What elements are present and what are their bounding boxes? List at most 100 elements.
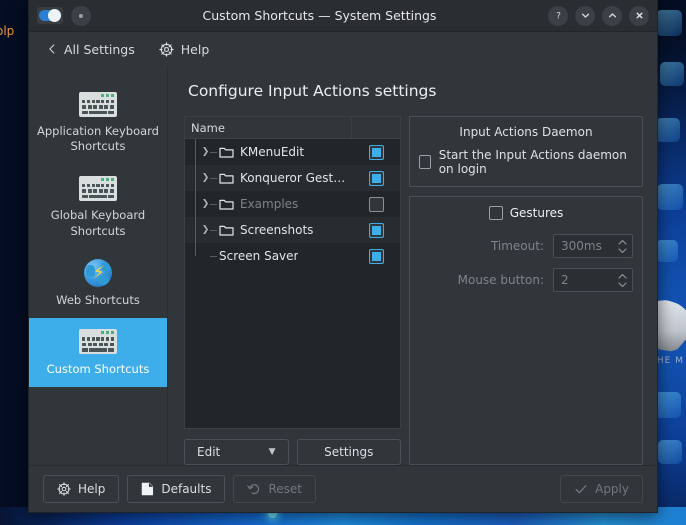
reset-button[interactable]: Reset [233,475,316,503]
folder-icon [219,146,234,158]
branch-tick [210,203,217,205]
expand-arrow-icon[interactable]: ❯ [201,199,210,209]
sidebar-item-label: Web Shortcuts [56,292,140,307]
row-enabled-checkbox[interactable] [368,248,384,264]
toggle-knob [48,9,61,22]
edit-button-label: Edit [197,445,221,459]
tree-row-label: Konqueror Gestures [240,171,352,185]
tree-row-name-cell: ❯ KMenuEdit [185,139,352,165]
gestures-group-title-row[interactable]: Gestures [419,206,633,220]
daemon-autostart-row[interactable]: Start the Input Actions daemon on login [419,148,633,176]
window-controls: ? [548,5,649,26]
window-body: Application Keyboard Shortcuts Global Ke… [29,66,657,465]
tree-column-enabled[interactable] [352,117,400,138]
gestures-enable-checkbox[interactable] [488,206,503,220]
folder-icon [219,198,234,210]
help-button-label: Help [78,482,106,496]
row-enabled-checkbox[interactable] [368,196,384,212]
branch-line [191,243,201,269]
window-maximize-button[interactable] [602,5,622,26]
settings-button-label: Settings [324,445,374,459]
apply-button[interactable]: Apply [560,475,643,503]
undo-arrow-icon [247,484,260,495]
defaults-button[interactable]: Defaults [127,475,226,503]
tree-row-label: Screenshots [240,223,314,237]
tree-header: Name [185,117,400,139]
window-titlebar[interactable]: Custom Shortcuts — System Settings ? [29,0,657,32]
gestures-group-title: Gestures [509,206,564,220]
spinner-arrows-icon[interactable] [617,273,628,288]
sidebar-item-label: Application Keyboard Shortcuts [37,124,159,154]
row-enabled-checkbox[interactable] [368,144,384,160]
wallpaper-caption: HE M [656,356,684,366]
options-pane: Input Actions Daemon Start the Input Act… [409,116,643,465]
table-row[interactable]: ❯ Examples [185,191,400,217]
timeout-label: Timeout: [490,239,544,253]
mouse-button-label: Mouse button: [457,273,544,287]
svg-text:?: ? [556,11,561,21]
gestures-group: Gestures Timeout: 300ms Mouse button: 2 [409,196,643,465]
branch-tick [210,177,217,179]
question-mark-icon: ? [556,11,561,21]
help-compass-icon [57,482,71,496]
window-close-button[interactable] [629,5,649,26]
timeout-field-row: Timeout: 300ms [419,234,633,258]
sidebar-item-label: Custom Shortcuts [46,361,150,376]
window-help-button[interactable]: ? [548,5,568,26]
timeout-spinbox[interactable]: 300ms [553,234,633,258]
window-title: Custom Shortcuts — System Settings [202,8,437,23]
expand-arrow-icon[interactable]: ❯ [201,225,210,235]
all-settings-button[interactable]: All Settings [43,39,139,60]
table-row[interactable]: ❯ KMenuEdit [185,139,400,165]
wallpaper-tile [658,440,682,464]
help-compass-icon [159,41,174,57]
window-toggle-switch[interactable] [37,7,63,24]
tree-row-name-cell: ❯ Screenshots [185,217,352,243]
apply-button-label: Apply [595,482,629,496]
daemon-autostart-checkbox[interactable] [419,155,431,169]
wallpaper-tile [656,10,682,36]
branch-line [191,165,201,191]
tree-row-checkbox-cell [352,196,400,212]
keyboard-icon [35,327,161,357]
chevron-up-icon [608,13,616,18]
sidebar-item-web-shortcuts[interactable]: ⚡ Web Shortcuts [29,249,167,318]
tree-row-checkbox-cell [352,144,400,160]
chevron-left-icon [49,44,55,54]
toggle-track [39,9,61,22]
globe-icon: ⚡ [35,258,161,288]
window-minimize-button[interactable] [575,5,595,26]
row-enabled-checkbox[interactable] [368,170,384,186]
table-row[interactable]: ❯ Screenshots [185,217,400,243]
tree-row-name-cell: Screen Saver [185,243,352,269]
sidebar-item-global-keyboard-shortcuts[interactable]: Global Keyboard Shortcuts [29,164,167,248]
table-row[interactable]: ❯ Konqueror Gestures [185,165,400,191]
defaults-button-label: Defaults [161,482,212,496]
chevron-down-icon: ▼ [268,447,276,457]
settings-button[interactable]: Settings [296,439,401,465]
window-menu-button[interactable] [71,5,91,26]
all-settings-label: All Settings [64,41,135,57]
shortcut-groups-pane: Name ❯ KMenuEdit ❯ Konqueror Gestures ❯ … [184,116,401,465]
row-enabled-checkbox[interactable] [368,222,384,238]
expand-arrow-icon[interactable]: ❯ [201,173,210,183]
spinner-arrows-icon[interactable] [617,239,628,254]
chevron-down-icon [581,13,589,18]
help-button[interactable]: Help [43,475,120,503]
sidebar-item-application-keyboard-shortcuts[interactable]: Application Keyboard Shortcuts [29,80,167,164]
sidebar-item-custom-shortcuts[interactable]: Custom Shortcuts [29,317,167,388]
mouse-button-spinbox[interactable]: 2 [553,268,633,292]
toolbar-help-button[interactable]: Help [155,39,214,60]
page-title: Configure Input Actions settings [188,82,437,100]
tree-row-name-cell: ❯ Konqueror Gestures [185,165,352,191]
tree-column-name[interactable]: Name [185,117,352,138]
expand-arrow-icon[interactable]: ❯ [201,147,210,157]
folder-icon [219,224,234,236]
branch-line [191,191,201,217]
table-row[interactable]: Screen Saver [185,243,400,269]
shortcut-tree[interactable]: Name ❯ KMenuEdit ❯ Konqueror Gestures ❯ … [184,116,401,429]
system-settings-window: Custom Shortcuts — System Settings ? All… [28,0,658,513]
mouse-button-field-row: Mouse button: 2 [419,268,633,292]
tree-row-label: Screen Saver [219,249,299,263]
edit-dropdown-button[interactable]: Edit ▼ [184,439,289,465]
